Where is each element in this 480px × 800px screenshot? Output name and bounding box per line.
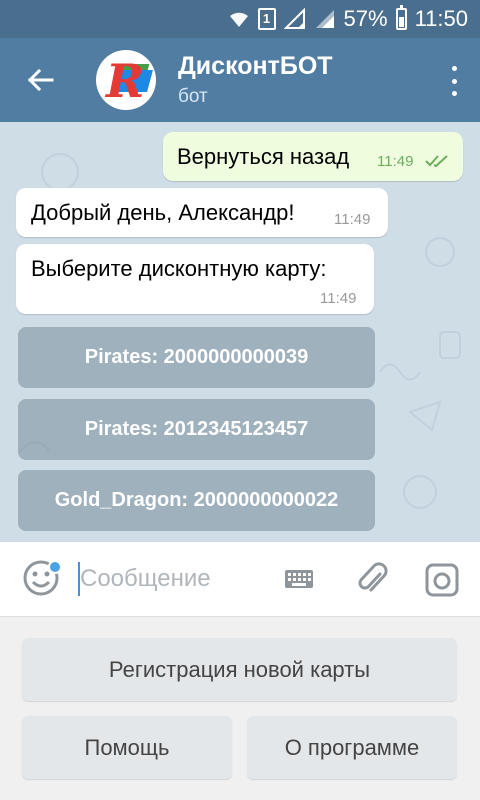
avatar[interactable]: R [96,50,156,110]
message-input[interactable] [78,560,258,598]
chat-area[interactable]: Вернуться назад 11:49 Добрый день, Алекс… [0,122,480,542]
keyboard-icon[interactable] [284,566,314,592]
status-icons: 1 57% 11:50 [228,0,468,38]
notification-dot [48,560,62,574]
inline-button-card[interactable]: Gold_Dragon: 2000000000022 [18,470,375,531]
status-bar: 1 57% 11:50 [0,0,480,38]
message-time: 11:49 [320,290,357,307]
wifi-icon [229,12,248,27]
battery-percent: 57% [343,6,388,31]
back-button[interactable] [22,62,58,98]
clock: 11:50 [414,6,468,31]
battery-icon [395,5,407,30]
paperclip-icon[interactable] [354,560,390,598]
keyboard-button-about[interactable]: О программе [247,716,457,779]
message-outgoing[interactable]: Вернуться назад 11:49 [163,132,463,181]
inline-button-card[interactable]: Pirates: 2012345123457 [18,399,375,460]
chat-title[interactable]: ДисконтБОТ [178,52,333,81]
message-incoming[interactable]: Добрый день, Александр! 11:49 [16,188,388,237]
message-text: Вернуться назад [177,144,350,169]
signal-icon-2 [315,10,334,28]
inline-button-card[interactable]: Pirates: 2000000000039 [18,327,375,388]
camera-icon[interactable] [424,562,460,598]
arrow-left-icon [27,68,54,92]
signal-icon [283,8,305,29]
keyboard-button-help[interactable]: Помощь [22,716,232,779]
message-input-bar [0,542,480,616]
restart-logo-icon: R [106,54,145,108]
message-time: 11:49 [334,211,371,228]
chat-header: R ДисконтБОТ бот [0,38,480,122]
message-time: 11:49 [377,153,414,170]
message-text: Выберите дисконтную карту: [31,256,327,281]
more-menu-icon[interactable] [448,66,460,96]
reply-keyboard: Регистрация новой карты Помощь О програм… [0,616,480,800]
double-check-icon [425,155,448,168]
keyboard-button-register-card[interactable]: Регистрация новой карты [22,638,457,701]
sim-slot-icon: 1 [257,8,276,30]
message-incoming[interactable]: Выберите дисконтную карту: 11:49 [16,244,374,314]
chat-subtitle: бот [178,86,208,107]
message-text: Добрый день, Александр! [31,200,295,225]
